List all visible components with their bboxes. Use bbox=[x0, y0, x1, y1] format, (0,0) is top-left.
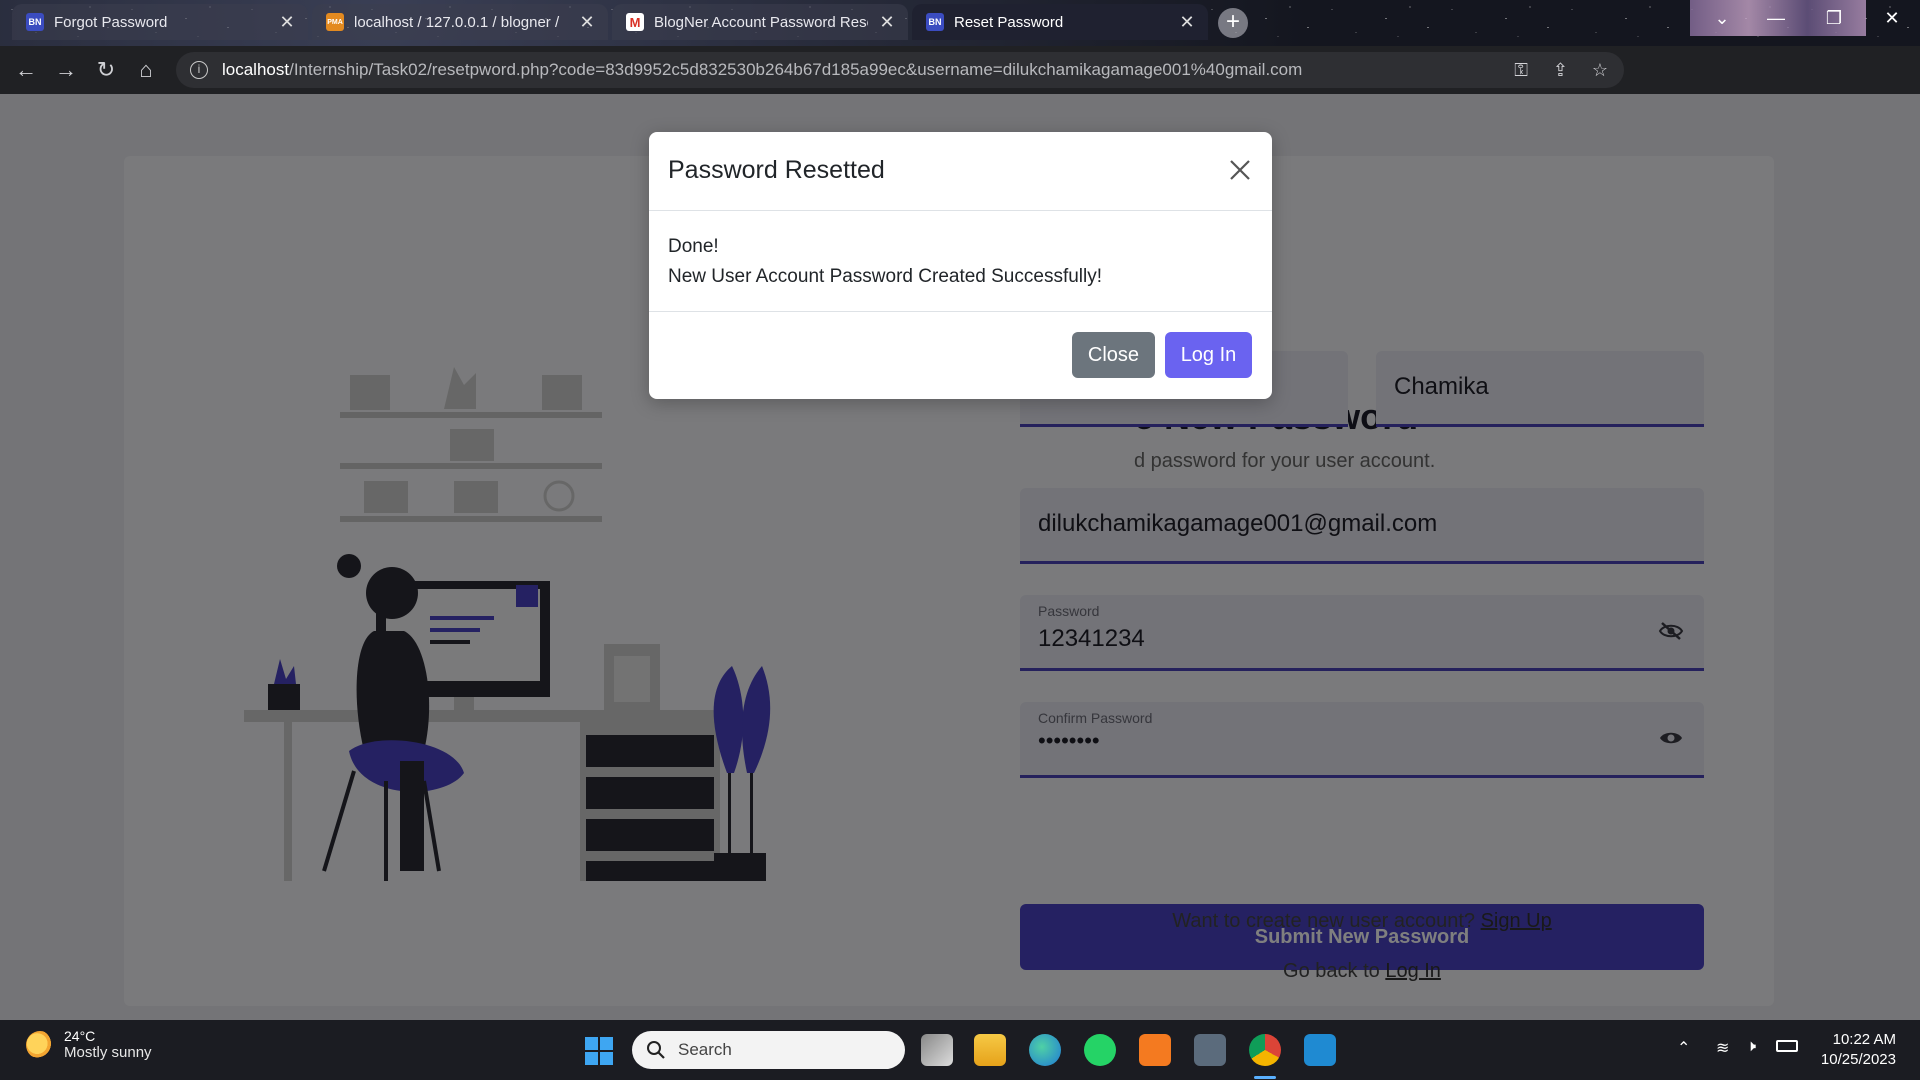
chrome-active-indicator bbox=[1254, 1076, 1276, 1079]
tab-title: BlogNer Account Password Rese bbox=[654, 13, 868, 31]
weather-condition: Mostly sunny bbox=[64, 1044, 152, 1061]
login-button[interactable]: Log In bbox=[1165, 332, 1252, 378]
close-window-icon[interactable]: ✕ bbox=[1866, 0, 1918, 36]
restore-icon[interactable]: ❐ bbox=[1808, 0, 1860, 36]
wifi-icon[interactable]: ≋ bbox=[1716, 1038, 1729, 1058]
password-key-icon[interactable]: ⚿ bbox=[1514, 60, 1528, 81]
share-icon[interactable]: ⇪ bbox=[1553, 60, 1568, 81]
tab-close-icon[interactable]: ✕ bbox=[1178, 12, 1196, 33]
file-explorer-icon[interactable] bbox=[974, 1034, 1006, 1066]
reload-icon[interactable]: ↻ bbox=[92, 56, 120, 84]
tab-title: localhost / 127.0.0.1 / blogner / bbox=[354, 13, 560, 31]
weather-sun-icon bbox=[26, 1030, 54, 1059]
gmail-favicon-icon: M bbox=[626, 13, 644, 31]
vscode-icon[interactable] bbox=[1304, 1034, 1336, 1066]
tab-phpmyadmin[interactable]: PMA localhost / 127.0.0.1 / blogner / ✕ bbox=[312, 4, 608, 40]
volume-muted-icon[interactable]: 🕨 bbox=[1746, 1038, 1756, 1056]
address-bar[interactable]: i localhost/Internship/Task02/resetpword… bbox=[176, 52, 1624, 88]
modal-message-line2: New User Account Password Created Succes… bbox=[668, 266, 1103, 287]
tab-search-icon[interactable]: ⌄ bbox=[1696, 0, 1748, 36]
site-info-icon[interactable]: i bbox=[190, 61, 208, 79]
tab-close-icon[interactable]: ✕ bbox=[578, 12, 596, 33]
edge-icon[interactable] bbox=[1029, 1034, 1061, 1066]
modal-header: Password Resetted bbox=[649, 132, 1272, 211]
weather-widget[interactable]: 24°C Mostly sunny bbox=[26, 1028, 152, 1061]
windows-taskbar: 24°C Mostly sunny Search ⌃ ≋ 🕨 10:22 AM … bbox=[0, 1020, 1920, 1080]
close-icon[interactable] bbox=[1226, 156, 1254, 184]
search-placeholder: Search bbox=[678, 1040, 732, 1059]
tab-strip: BN Forgot Password ✕ PMA localhost / 127… bbox=[0, 0, 1920, 46]
phpmyadmin-favicon-icon: PMA bbox=[326, 13, 344, 31]
home-icon[interactable]: ⌂ bbox=[132, 56, 160, 84]
modal-message-line1: Done! bbox=[668, 236, 719, 257]
whatsapp-icon[interactable] bbox=[1084, 1034, 1116, 1066]
bn-favicon-icon: BN bbox=[926, 13, 944, 31]
back-icon[interactable]: ← bbox=[12, 56, 40, 84]
battery-icon[interactable] bbox=[1776, 1040, 1798, 1052]
clock-time: 10:22 AM bbox=[1832, 1031, 1896, 1048]
browser-toolbar: ← → ↻ ⌂ i localhost/Internship/Task02/re… bbox=[0, 46, 1920, 128]
password-reset-modal: Password Resetted Done! New User Account… bbox=[649, 132, 1272, 399]
modal-body: Done! New User Account Password Created … bbox=[668, 232, 1102, 292]
tab-title: Reset Password bbox=[954, 13, 1064, 31]
calculator-icon[interactable] bbox=[1194, 1034, 1226, 1066]
forward-icon[interactable]: → bbox=[52, 56, 80, 84]
system-clock[interactable]: 10:22 AM 10/25/2023 bbox=[1821, 1030, 1896, 1070]
modal-footer: Close Log In bbox=[649, 311, 1272, 399]
bn-favicon-icon: BN bbox=[26, 13, 44, 31]
new-tab-button[interactable]: + bbox=[1218, 8, 1248, 38]
task-view-icon[interactable] bbox=[921, 1034, 953, 1066]
taskbar-search[interactable]: Search bbox=[632, 1031, 905, 1069]
chrome-icon[interactable] bbox=[1249, 1034, 1281, 1066]
xampp-icon[interactable] bbox=[1139, 1034, 1171, 1066]
clock-date: 10/25/2023 bbox=[1820, 1051, 1896, 1068]
tab-title: Forgot Password bbox=[54, 13, 168, 31]
tab-gmail[interactable]: M BlogNer Account Password Rese ✕ bbox=[612, 4, 908, 40]
search-icon bbox=[647, 1041, 665, 1059]
minimize-icon[interactable]: — bbox=[1750, 0, 1802, 36]
windows-start-icon[interactable] bbox=[584, 1036, 614, 1066]
close-button[interactable]: Close bbox=[1072, 332, 1155, 378]
tab-reset-password[interactable]: BN Reset Password ✕ bbox=[912, 4, 1208, 40]
address-url: localhost/Internship/Task02/resetpword.p… bbox=[222, 60, 1303, 79]
tray-overflow-icon[interactable]: ⌃ bbox=[1677, 1038, 1690, 1058]
modal-title: Password Resetted bbox=[668, 156, 885, 184]
tab-close-icon[interactable]: ✕ bbox=[878, 12, 896, 33]
weather-temperature: 24°C bbox=[64, 1028, 96, 1044]
bookmark-star-icon[interactable]: ☆ bbox=[1592, 60, 1608, 81]
tab-forgot-password[interactable]: BN Forgot Password ✕ bbox=[12, 4, 308, 40]
tab-close-icon[interactable]: ✕ bbox=[278, 12, 296, 33]
